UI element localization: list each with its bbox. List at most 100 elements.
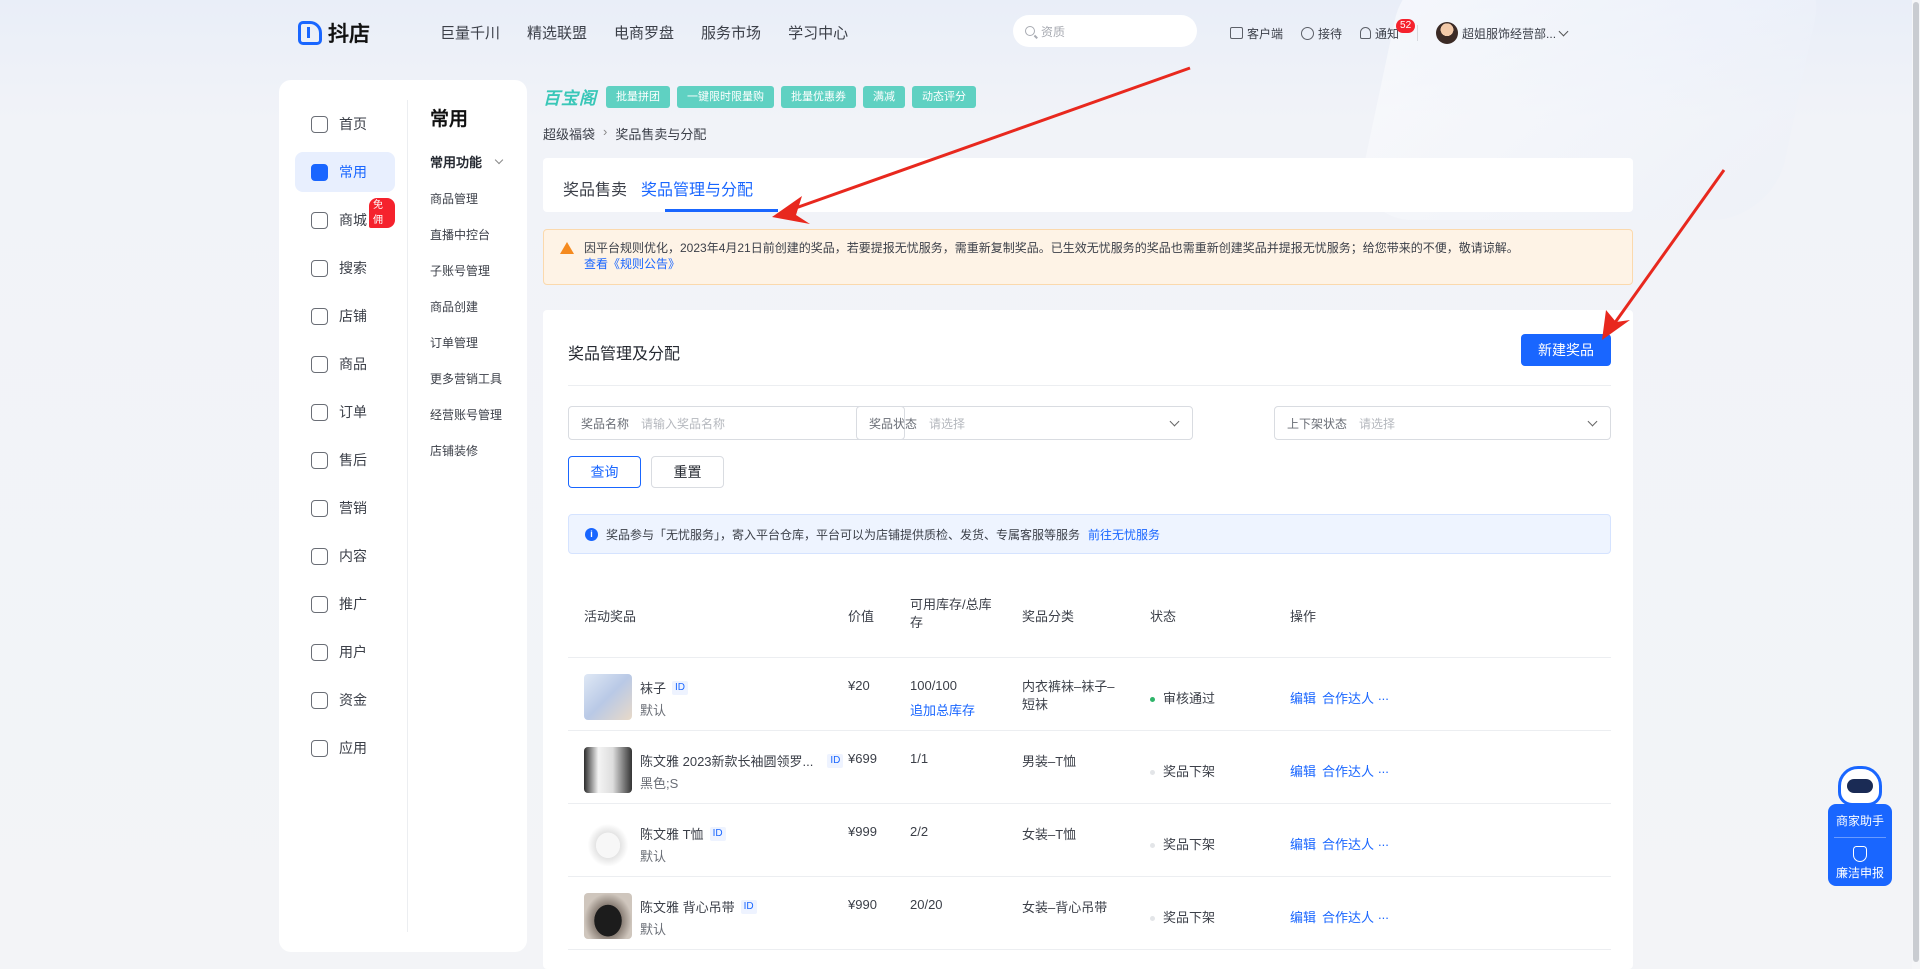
function-link[interactable]: 更多营销工具 (430, 370, 520, 387)
account-menu[interactable]: 超姐服饰经营部... (1436, 22, 1569, 44)
tab-prize-management[interactable]: 奖品管理与分配 (641, 176, 753, 200)
status-badge: 奖品下架 (1150, 907, 1215, 926)
product-thumbnail (584, 674, 632, 720)
reset-button[interactable]: 重置 (651, 456, 724, 488)
stock-count: 1/1 (910, 751, 929, 766)
download-icon (1230, 27, 1243, 39)
function-link[interactable]: 商品创建 (430, 298, 520, 315)
add-stock-link[interactable]: 追加总库存 (910, 700, 975, 719)
edit-link[interactable]: 编辑 (1290, 907, 1316, 926)
cooperate-creator-link[interactable]: 合作达人 (1322, 907, 1374, 926)
sidebar-item-content[interactable]: 内容 (295, 536, 395, 576)
edit-link[interactable]: 编辑 (1290, 688, 1316, 707)
sidebar-item-search[interactable]: 搜索 (295, 248, 395, 288)
promo-tag-discount[interactable]: 满减 (863, 85, 905, 108)
promo-tag-flash-sale[interactable]: 一键限时限量购 (677, 85, 774, 108)
id-tag[interactable]: ID (672, 680, 689, 695)
worry-free-service-link[interactable]: 前往无忧服务 (1088, 526, 1160, 543)
product-name: 陈文雅 背心吊带 ID (640, 897, 757, 916)
sidebar-item-app[interactable]: 应用 (295, 728, 395, 768)
cooperate-creator-link[interactable]: 合作达人 (1322, 688, 1374, 707)
table-row: 陈文雅 2023新款长袖圆领罗... ID 黑色;S ¥699 1/1 男装–T恤… (568, 731, 1611, 804)
top-nav-market[interactable]: 服务市场 (701, 22, 761, 43)
sidebar-item-label: 订单 (339, 404, 367, 420)
promo-tag-group-buy[interactable]: 批量拼团 (606, 85, 670, 108)
function-link[interactable]: 子账号管理 (430, 262, 520, 279)
filter-placeholder: 请选择 (1359, 416, 1396, 431)
function-link[interactable]: 直播中控台 (430, 226, 520, 243)
column-header: 奖品分类 (1022, 609, 1075, 624)
sidebar-item-home[interactable]: 首页 (295, 104, 395, 144)
listing-status-select[interactable]: 上下架状态 请选择 (1274, 406, 1611, 440)
chevron-right-icon: › (603, 124, 608, 139)
info-text: 奖品参与「无忧服务」，寄入平台仓库，平台可以为店铺提供质检、发货、专属客服等服务 (606, 527, 1081, 542)
more-actions-link[interactable]: ... (1378, 688, 1389, 703)
sidebar-item-promote[interactable]: 推广 (295, 584, 395, 624)
filter-label: 奖品名称 (581, 416, 630, 431)
rule-announcement-link[interactable]: 查看《规则公告》 (584, 257, 680, 271)
logo[interactable]: 抖店 (298, 18, 370, 48)
id-tag[interactable]: ID (827, 753, 844, 768)
merchant-assistant-widget[interactable]: 商家助手 廉洁申报 (1828, 766, 1892, 886)
edit-link[interactable]: 编辑 (1290, 834, 1316, 853)
search-input[interactable]: 资质 (1013, 15, 1197, 47)
new-prize-button[interactable]: 新建奖品 (1521, 334, 1611, 366)
reception-button[interactable]: 接待 (1301, 25, 1342, 42)
content-icon (311, 547, 328, 565)
sidebar-item-wallet[interactable]: 资金 (295, 680, 395, 720)
assistant-label[interactable]: 商家助手 (1828, 812, 1892, 829)
sidebar-item-label: 内容 (339, 548, 367, 564)
function-group-toggle[interactable]: 常用功能 (430, 152, 520, 171)
sidebar-item-label: 常用 (339, 164, 367, 180)
promo-tag-rating[interactable]: 动态评分 (912, 85, 976, 108)
filter-label: 奖品状态 (869, 416, 918, 431)
prize-table: 活动奖品 价值 可用库存/总库存 奖品分类 状态 操作 袜子 ID 默认 ¥20 … (568, 578, 1611, 950)
prize-category: 女装–背心吊带 (1022, 900, 1108, 915)
promo-tag-coupon[interactable]: 批量优惠券 (781, 85, 856, 108)
sidebar-item-mall[interactable]: 商城 免佣 (295, 198, 395, 240)
cooperate-creator-link[interactable]: 合作达人 (1322, 834, 1374, 853)
promo-logo: 百宝阁 (543, 89, 597, 108)
notify-button[interactable]: 通知 52 (1360, 18, 1416, 42)
status-badge: 奖品下架 (1150, 834, 1215, 853)
prize-value: ¥999 (848, 824, 877, 839)
sidebar-item-user[interactable]: 用户 (295, 632, 395, 672)
sidebar-item-common[interactable]: 常用 (295, 152, 395, 192)
app-icon (311, 739, 328, 757)
sidebar-item-aftersale[interactable]: 售后 (295, 440, 395, 480)
top-nav-compass[interactable]: 电商罗盘 (614, 22, 674, 43)
sidebar-item-label: 营销 (339, 500, 367, 516)
top-nav-learning[interactable]: 学习中心 (788, 22, 848, 43)
edit-link[interactable]: 编辑 (1290, 761, 1316, 780)
top-nav-qianchuan[interactable]: 巨量千川 (440, 22, 500, 43)
more-actions-link[interactable]: ... (1378, 907, 1389, 922)
sidebar-item-store[interactable]: 店铺 (295, 296, 395, 336)
table-row: 陈文雅 T恤 ID 默认 ¥999 2/2 女装–T恤 奖品下架 编辑 合作达人 … (568, 804, 1611, 877)
sidebar-item-goods[interactable]: 商品 (295, 344, 395, 384)
id-tag[interactable]: ID (709, 826, 726, 841)
sidebar-item-order[interactable]: 订单 (295, 392, 395, 432)
query-button[interactable]: 查询 (568, 456, 641, 488)
more-actions-link[interactable]: ... (1378, 761, 1389, 776)
prize-status-select[interactable]: 奖品状态 请选择 (856, 406, 1193, 440)
top-nav-alliance[interactable]: 精选联盟 (527, 22, 587, 43)
divider (407, 100, 408, 932)
product-name: 陈文雅 T恤 ID (640, 824, 726, 843)
more-actions-link[interactable]: ... (1378, 834, 1389, 849)
cooperate-creator-link[interactable]: 合作达人 (1322, 761, 1374, 780)
integrity-report-button[interactable]: 廉洁申报 (1828, 864, 1892, 881)
sidebar-item-marketing[interactable]: 营销 (295, 488, 395, 528)
breadcrumb-parent[interactable]: 超级福袋 (543, 124, 595, 143)
id-tag[interactable]: ID (740, 899, 757, 914)
aftersale-icon (311, 451, 328, 469)
notice-text: 因平台规则优化，2023年4月21日前创建的奖品，若要提报无忧服务，需重新复制奖… (584, 241, 1519, 255)
function-link[interactable]: 店铺装修 (430, 442, 520, 459)
function-link[interactable]: 经营账号管理 (430, 406, 520, 423)
tab-prize-sale[interactable]: 奖品售卖 (563, 176, 627, 200)
status-dot (1150, 843, 1155, 849)
function-link[interactable]: 订单管理 (430, 334, 520, 351)
function-link[interactable]: 商品管理 (430, 190, 520, 207)
prize-name-input[interactable]: 奖品名称 请输入奖品名称 (568, 406, 905, 440)
client-button[interactable]: 客户端 (1230, 25, 1283, 42)
scrollbar-thumb[interactable] (1913, 2, 1919, 962)
